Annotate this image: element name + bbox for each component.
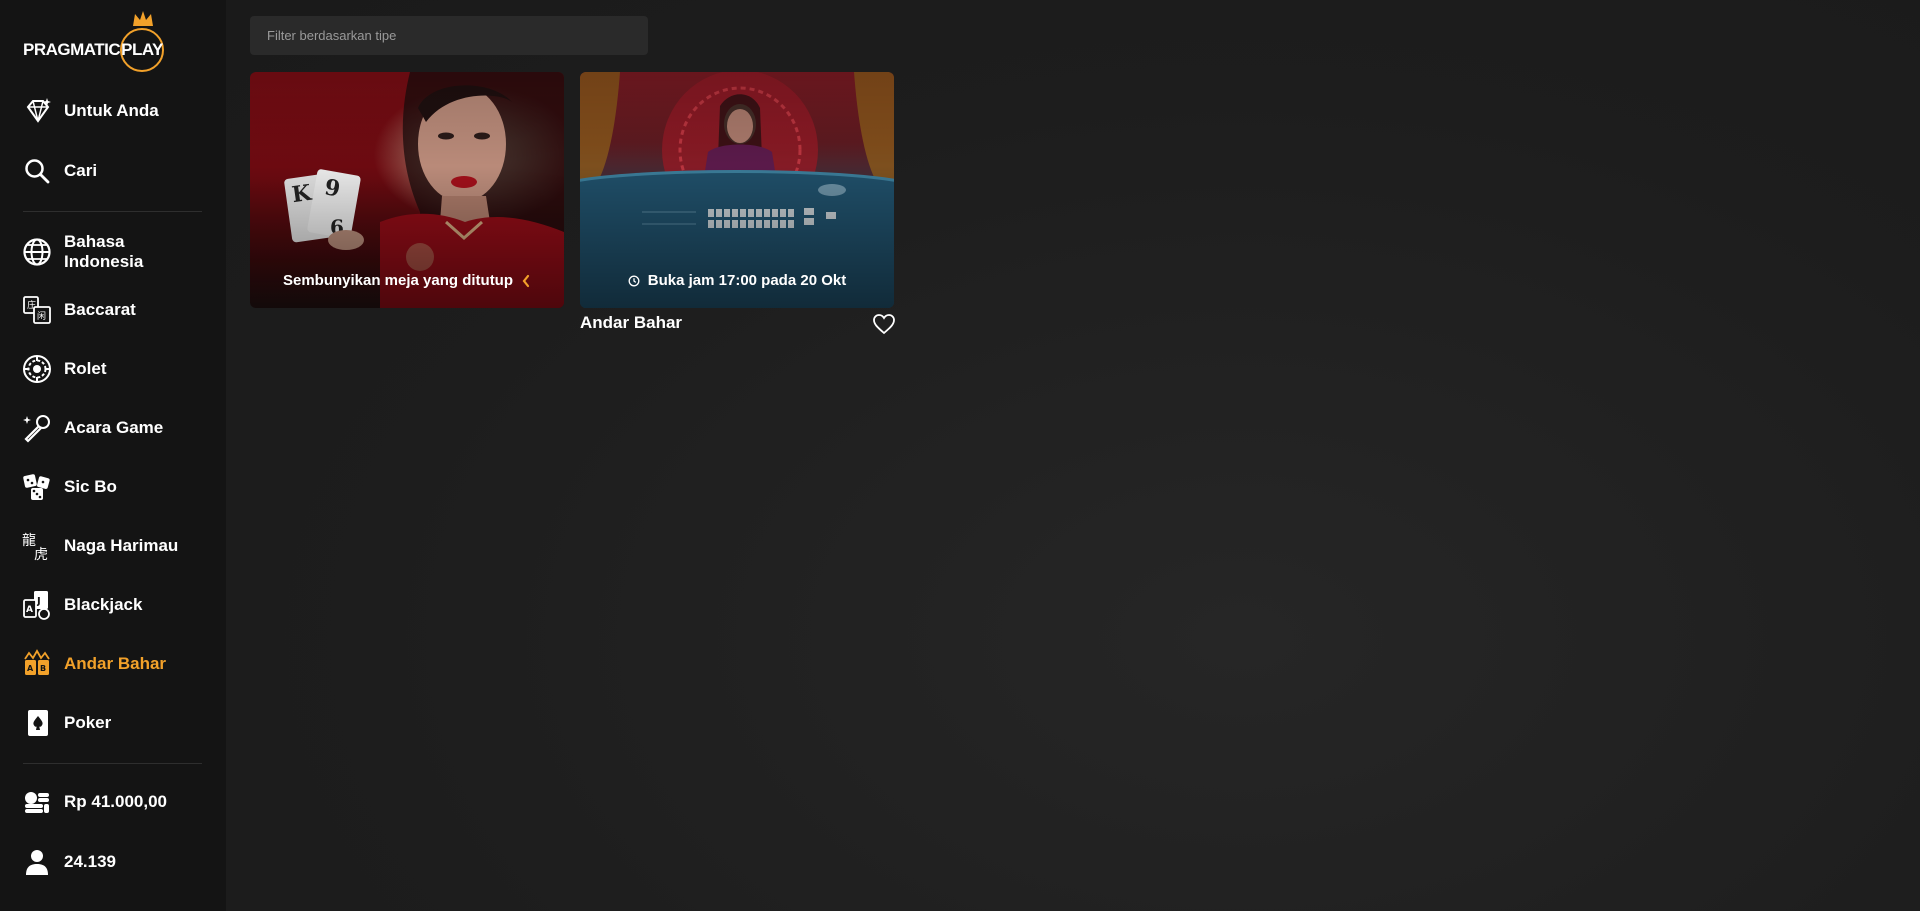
opening-time-label: Buka jam 17:00 pada 20 Okt xyxy=(647,272,847,289)
hide-closed-tables-caption: Sembunyikan meja yang ditutup xyxy=(250,272,564,289)
sidebar-item-label: Untuk Anda xyxy=(64,101,159,120)
svg-text:B: B xyxy=(40,664,46,673)
player-count: 24.139 xyxy=(64,852,116,871)
sidebar-item-label: Bahasa Indonesia xyxy=(64,232,144,271)
balance-display[interactable]: Rp 41.000,00 xyxy=(0,780,226,824)
favorite-heart-icon[interactable] xyxy=(872,313,896,335)
logo-wordmark: PRAGMATIC xyxy=(23,40,121,59)
balance-amount: Rp 41.000,00 xyxy=(64,792,168,811)
diamond-star-icon xyxy=(22,96,52,126)
svg-text:A: A xyxy=(27,664,34,673)
sidebar-item-cari[interactable]: Cari xyxy=(0,149,226,193)
baccarat-icon: 庄闲 xyxy=(22,295,52,325)
roulette-icon xyxy=(22,354,52,384)
sidebar-item-label: Rolet xyxy=(64,359,107,378)
search-icon xyxy=(22,156,52,186)
svg-text:虎: 虎 xyxy=(34,547,48,561)
game-title[interactable]: Andar Bahar xyxy=(580,313,682,333)
sidebar-item-naga-harimau[interactable]: 龍虎 Naga Harimau xyxy=(0,524,226,568)
dice-icon xyxy=(22,472,52,502)
sidebar-item-label: Acara Game xyxy=(64,418,164,437)
sidebar-item-label: Blackjack xyxy=(64,595,143,614)
sidebar-item-andar-bahar[interactable]: AB Andar Bahar xyxy=(0,642,226,686)
user-icon xyxy=(22,847,52,877)
player-count-display[interactable]: 24.139 xyxy=(0,840,226,884)
sidebar-item-label: Naga Harimau xyxy=(64,536,179,555)
poker-card-icon xyxy=(22,708,52,738)
sidebar-item-untuk-anda[interactable]: Untuk Anda xyxy=(0,89,226,133)
svg-text:A: A xyxy=(26,605,33,615)
sidebar-item-label: Andar Bahar xyxy=(64,654,167,673)
microphone-icon xyxy=(22,413,52,443)
blackjack-icon: JA xyxy=(22,590,52,620)
filter-type-input[interactable]: Filter berdasarkan tipe xyxy=(250,16,648,55)
andar-bahar-icon: AB xyxy=(22,649,52,679)
chevron-left-icon xyxy=(522,274,530,287)
sidebar-divider xyxy=(23,211,202,212)
crown-icon xyxy=(133,11,153,26)
opening-time-caption: Buka jam 17:00 pada 20 Okt xyxy=(580,272,894,289)
main-content: Filter berdasarkan tipe K 9 6 xyxy=(226,0,1920,911)
hide-closed-tables-label: Sembunyikan meja yang ditutup xyxy=(282,272,514,289)
logo-play-badge: PLAY xyxy=(120,28,164,72)
sidebar-item-sic-bo[interactable]: Sic Bo xyxy=(0,465,226,509)
sidebar-item-rolet[interactable]: Rolet xyxy=(0,347,226,391)
sidebar-item-acara-game[interactable]: Acara Game xyxy=(0,406,226,450)
sidebar-item-label: Baccarat xyxy=(64,300,136,319)
sidebar-item-label: Cari xyxy=(64,161,98,180)
sidebar-item-poker[interactable]: Poker xyxy=(0,701,226,745)
andar-bahar-table-card[interactable]: Buka jam 17:00 pada 20 Okt xyxy=(580,72,894,308)
dragon-tiger-icon: 龍虎 xyxy=(22,531,52,561)
sidebar-item-label: Poker xyxy=(64,713,112,732)
globe-icon xyxy=(22,237,52,267)
sidebar-item-blackjack[interactable]: JA Blackjack xyxy=(0,583,226,627)
sidebar-item-label: Sic Bo xyxy=(64,477,117,496)
coins-icon xyxy=(22,787,52,817)
sidebar-item-baccarat[interactable]: 庄闲 Baccarat xyxy=(0,288,226,332)
sidebar-divider xyxy=(23,763,202,764)
pragmatic-play-logo[interactable]: PRAGMATIC PLAY xyxy=(23,6,168,76)
sidebar-item-language[interactable]: Bahasa Indonesia xyxy=(0,229,226,275)
svg-text:闲: 闲 xyxy=(37,311,46,322)
sidebar: PRAGMATIC PLAY Untuk Anda Cari Bahasa In… xyxy=(0,0,226,911)
clock-icon xyxy=(628,275,640,286)
hide-closed-tables-card[interactable]: K 9 6 Sembunyikan meja yang ditutup xyxy=(250,72,564,308)
